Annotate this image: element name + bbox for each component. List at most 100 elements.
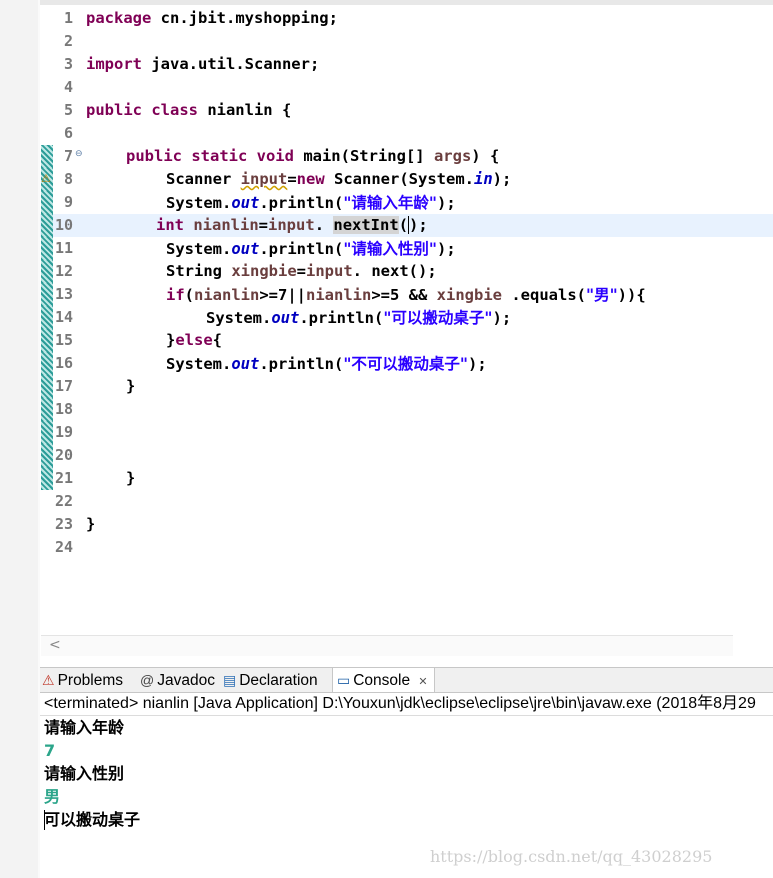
code-line[interactable]: 16 System.out.println("不可以搬动桌子"); [40,352,773,375]
code-text[interactable]: public static void main(String[] args) { [126,145,499,168]
code-line[interactable]: 18 [40,398,773,421]
horizontal-scrollbar[interactable]: < [41,635,733,656]
code-line[interactable]: 20 [40,444,773,467]
code-line[interactable]: 11 System.out.println("请输入性别"); [40,237,773,260]
code-text[interactable]: System.out.println("可以搬动桌子"); [206,306,511,330]
line-number: 13 [54,285,73,303]
left-side-panel [0,0,39,878]
code-text[interactable]: package cn.jbit.myshopping; [86,7,338,30]
scroll-left-arrow-icon[interactable]: < [49,637,61,653]
code-line[interactable]: 23 } [40,513,773,536]
code-line[interactable]: 6 [40,122,773,145]
code-line[interactable]: ⚠ 8 Scanner input=new Scanner(System.in)… [40,168,773,191]
console-process-description: <terminated> nianlin [Java Application] … [40,692,773,716]
code-line[interactable]: 21 } [40,467,773,490]
string-literal: "请输入年龄" [343,193,437,212]
code-line[interactable]: 17 } [40,375,773,398]
line-number: 14 [54,308,73,326]
variable: nianlin [193,216,259,234]
line-number: 6 [63,124,73,142]
fold-toggle-icon[interactable]: ⊖ [75,149,83,159]
console-output-line: 可以搬动桌子 [44,810,141,829]
code-token: nianlin { [197,101,292,119]
code-line[interactable]: 15 }else{ [40,329,773,352]
console-icon: ▭ [337,672,351,688]
code-line[interactable]: 3 import java.util.Scanner; [40,53,773,76]
code-line[interactable]: 14 System.out.println("可以搬动桌子"); [40,306,773,329]
code-token: .equals( [502,286,586,304]
code-text[interactable]: public class nianlin { [86,99,291,122]
console-output-line: 请输入年龄 [44,718,125,737]
code-line[interactable]: 4 [40,76,773,99]
code-token: ); [467,355,487,373]
current-code-line[interactable]: 10 int nianlin=input. nextInt(); [40,214,773,237]
field: out [271,309,300,327]
code-text[interactable]: }else{ [166,329,222,352]
code-token: >=7|| [259,286,307,304]
text-caret [44,810,45,830]
line-number: 4 [63,78,73,96]
code-token: ); [492,170,512,188]
line-number: 19 [54,423,73,441]
code-token: ); [408,216,428,234]
code-text[interactable]: String xingbie=input. next(); [166,260,437,283]
code-line[interactable]: 19 [40,421,773,444]
line-number: 12 [54,262,73,280]
string-literal: "男" [586,285,618,304]
tab-javadoc[interactable]: @ Javadoc [140,668,215,692]
keyword: public static void [126,147,294,165]
code-text[interactable]: int nianlin=input. nextInt(); [156,214,428,237]
code-token: System. [206,309,272,327]
variable: xingbie [231,262,297,280]
code-line[interactable]: 5 public class nianlin { [40,99,773,122]
keyword: new [296,170,325,188]
line-number: 24 [54,538,73,556]
variable: input [240,170,288,188]
code-token: cn.jbit.myshopping; [151,9,338,27]
code-token: java.util.Scanner; [142,55,320,73]
code-editor[interactable]: 1 package cn.jbit.myshopping; 2 3 import… [40,5,773,637]
close-icon[interactable]: ✕ [418,676,427,688]
code-token: ); [436,240,456,258]
code-line[interactable]: 1 package cn.jbit.myshopping; [40,7,773,30]
tab-label: Javadoc [157,672,215,689]
code-token: System. [166,240,232,258]
line-number: 11 [54,239,73,257]
keyword: else [175,331,213,349]
code-text[interactable]: Scanner input=new Scanner(System.in); [166,168,511,191]
code-text[interactable]: } [126,467,135,490]
tab-console[interactable]: ▭ Console ✕ [332,668,435,692]
line-number: 8 [63,170,73,188]
tab-problems[interactable]: ⚠ Problems [42,668,123,692]
code-text[interactable]: import java.util.Scanner; [86,53,319,76]
code-token: . [314,216,334,234]
field: out [231,240,260,258]
declaration-icon: ▤ [223,672,237,688]
field: out [231,355,260,373]
code-line[interactable]: 2 [40,30,773,53]
line-number: 2 [63,32,73,50]
variable: input [306,262,353,280]
code-line[interactable]: 9 System.out.println("请输入年龄"); [40,191,773,214]
code-token: .println( [259,240,344,258]
watermark: https://blog.csdn.net/qq_43028295 [430,847,713,866]
code-line[interactable]: 22 [40,490,773,513]
at-icon: @ [140,672,155,688]
code-token: { [212,331,223,349]
tab-label: Console [353,672,411,689]
line-number: 3 [63,55,73,73]
code-line[interactable]: 13 if(nianlin>=7||nianlin>=5 && xingbie … [40,283,773,306]
code-text[interactable]: } [86,513,95,536]
code-text[interactable]: } [126,375,135,398]
code-line[interactable]: 24 [40,536,773,559]
code-line[interactable]: 7 ⊖ public static void main(String[] arg… [40,145,773,168]
code-token: ( [184,286,195,304]
tab-label: Problems [57,672,124,689]
tab-declaration[interactable]: ▤ Declaration [223,668,318,692]
code-line[interactable]: 12 String xingbie=input. next(); [40,260,773,283]
code-text[interactable]: if(nianlin>=7||nianlin>=5 && xingbie .eq… [166,283,646,307]
code-text[interactable]: System.out.println("不可以搬动桌子"); [166,352,487,376]
string-literal: "不可以搬动桌子" [343,354,468,373]
code-text[interactable]: System.out.println("请输入年龄"); [166,191,456,215]
code-text[interactable]: System.out.println("请输入性别"); [166,237,456,261]
